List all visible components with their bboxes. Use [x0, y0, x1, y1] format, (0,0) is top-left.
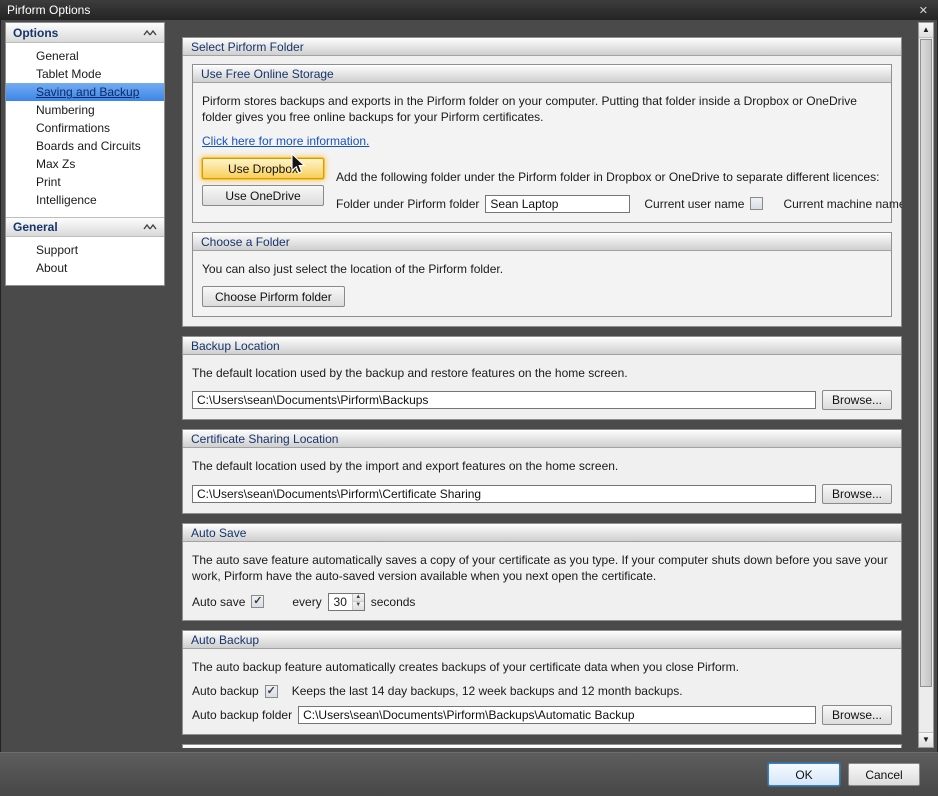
- scroll-up-icon[interactable]: ▲: [919, 23, 933, 38]
- use-onedrive-button[interactable]: Use OneDrive: [202, 185, 324, 206]
- auto-save-description: The auto save feature automatically save…: [192, 552, 892, 584]
- auto-save-interval-value[interactable]: 30: [329, 594, 352, 610]
- group-backup-location: Backup Location The default location use…: [182, 336, 902, 420]
- group-certificate-sharing-location: Certificate Sharing Location The default…: [182, 429, 902, 513]
- dropbox-note: Add the following folder under the Pirfo…: [336, 170, 902, 186]
- settings-panel: Select Pirform Folder Use Free Online St…: [182, 37, 902, 748]
- window-title: Pirform Options: [7, 3, 90, 17]
- auto-save-interval-stepper[interactable]: 30 ▲ ▼: [328, 593, 365, 611]
- backup-location-input[interactable]: [192, 391, 816, 409]
- group-auto-save: Auto Save The auto save feature automati…: [182, 523, 902, 621]
- auto-backup-folder-label: Auto backup folder: [192, 708, 292, 722]
- sidebar-options-items: General Tablet Mode Saving and Backup Nu…: [6, 43, 164, 217]
- auto-save-label: Auto save: [192, 595, 245, 609]
- sidebar-item-saving-and-backup[interactable]: Saving and Backup: [6, 83, 164, 101]
- auto-backup-description: The auto backup feature automatically cr…: [192, 659, 892, 675]
- group-auto-export: Auto Export If auto export is turned on,…: [182, 744, 902, 748]
- close-icon[interactable]: ✕: [917, 4, 930, 17]
- online-storage-description: Pirform stores backups and exports in th…: [202, 93, 882, 125]
- sidebar-item-tablet-mode[interactable]: Tablet Mode: [6, 65, 164, 83]
- certificate-sharing-input[interactable]: [192, 485, 816, 503]
- auto-save-every-label: every: [292, 595, 321, 609]
- ok-button[interactable]: OK: [768, 763, 840, 786]
- group-auto-backup: Auto Backup The auto backup feature auto…: [182, 630, 902, 735]
- collapse-chevron-icon: [143, 223, 157, 231]
- auto-save-seconds-label: seconds: [371, 595, 416, 609]
- certificate-sharing-browse-button[interactable]: Browse...: [822, 484, 892, 504]
- more-information-link[interactable]: Click here for more information.: [202, 134, 369, 148]
- current-user-name-checkbox[interactable]: [750, 197, 763, 210]
- backup-location-browse-button[interactable]: Browse...: [822, 390, 892, 410]
- sidebar-group-options[interactable]: Options: [6, 23, 164, 43]
- auto-backup-browse-button[interactable]: Browse...: [822, 705, 892, 725]
- group-certificate-sharing-title: Certificate Sharing Location: [183, 430, 901, 448]
- auto-backup-checkbox[interactable]: ✓: [265, 685, 278, 698]
- current-user-name-label: Current user name: [644, 197, 744, 211]
- auto-save-checkbox[interactable]: ✓: [251, 595, 264, 608]
- collapse-chevron-icon: [143, 29, 157, 37]
- sidebar-general-items: Support About: [6, 237, 164, 285]
- sidebar: Options General Tablet Mode Saving and B…: [5, 22, 165, 286]
- folder-under-pirform-input[interactable]: [485, 195, 630, 213]
- current-machine-name-label: Current machine name: [783, 197, 902, 211]
- certificate-sharing-description: The default location used by the import …: [192, 458, 892, 474]
- vertical-scrollbar[interactable]: ▲ ▼: [918, 22, 934, 748]
- stepper-down-icon[interactable]: ▼: [353, 602, 364, 610]
- folder-under-pirform-label: Folder under Pirform folder: [336, 197, 479, 211]
- cancel-button[interactable]: Cancel: [848, 763, 920, 786]
- group-select-pirform-folder: Select Pirform Folder Use Free Online St…: [182, 37, 902, 327]
- titlebar: Pirform Options ✕: [0, 0, 938, 20]
- auto-backup-folder-input[interactable]: [298, 706, 816, 724]
- sidebar-group-options-label: Options: [13, 26, 58, 40]
- sidebar-item-print[interactable]: Print: [6, 173, 164, 191]
- stepper-up-icon[interactable]: ▲: [353, 594, 364, 603]
- scroll-down-icon[interactable]: ▼: [919, 732, 933, 747]
- group-use-free-online-storage-title: Use Free Online Storage: [193, 65, 891, 83]
- sidebar-item-boards-and-circuits[interactable]: Boards and Circuits: [6, 137, 164, 155]
- group-use-free-online-storage: Use Free Online Storage Pirform stores b…: [192, 64, 892, 223]
- group-select-pirform-folder-title: Select Pirform Folder: [183, 38, 901, 56]
- choose-pirform-folder-button[interactable]: Choose Pirform folder: [202, 286, 345, 307]
- sidebar-item-confirmations[interactable]: Confirmations: [6, 119, 164, 137]
- choose-folder-description: You can also just select the location of…: [202, 261, 882, 277]
- sidebar-item-numbering[interactable]: Numbering: [6, 101, 164, 119]
- sidebar-item-intelligence[interactable]: Intelligence: [6, 191, 164, 209]
- group-auto-export-title: Auto Export: [183, 745, 901, 748]
- sidebar-item-support[interactable]: Support: [6, 241, 164, 259]
- group-backup-location-title: Backup Location: [183, 337, 901, 355]
- dialog-footer: OK Cancel: [0, 752, 938, 796]
- sidebar-group-general[interactable]: General: [6, 217, 164, 237]
- sidebar-item-max-zs[interactable]: Max Zs: [6, 155, 164, 173]
- auto-backup-keeps-label: Keeps the last 14 day backups, 12 week b…: [292, 684, 683, 698]
- use-dropbox-button[interactable]: Use Dropbox: [202, 158, 324, 179]
- backup-location-description: The default location used by the backup …: [192, 365, 892, 381]
- auto-backup-label: Auto backup: [192, 684, 259, 698]
- group-auto-backup-title: Auto Backup: [183, 631, 901, 649]
- sidebar-item-about[interactable]: About: [6, 259, 164, 277]
- group-choose-a-folder: Choose a Folder You can also just select…: [192, 232, 892, 317]
- group-choose-a-folder-title: Choose a Folder: [193, 233, 891, 251]
- scrollbar-thumb[interactable]: [920, 39, 932, 687]
- sidebar-item-general[interactable]: General: [6, 47, 164, 65]
- sidebar-group-general-label: General: [13, 220, 58, 234]
- group-auto-save-title: Auto Save: [183, 524, 901, 542]
